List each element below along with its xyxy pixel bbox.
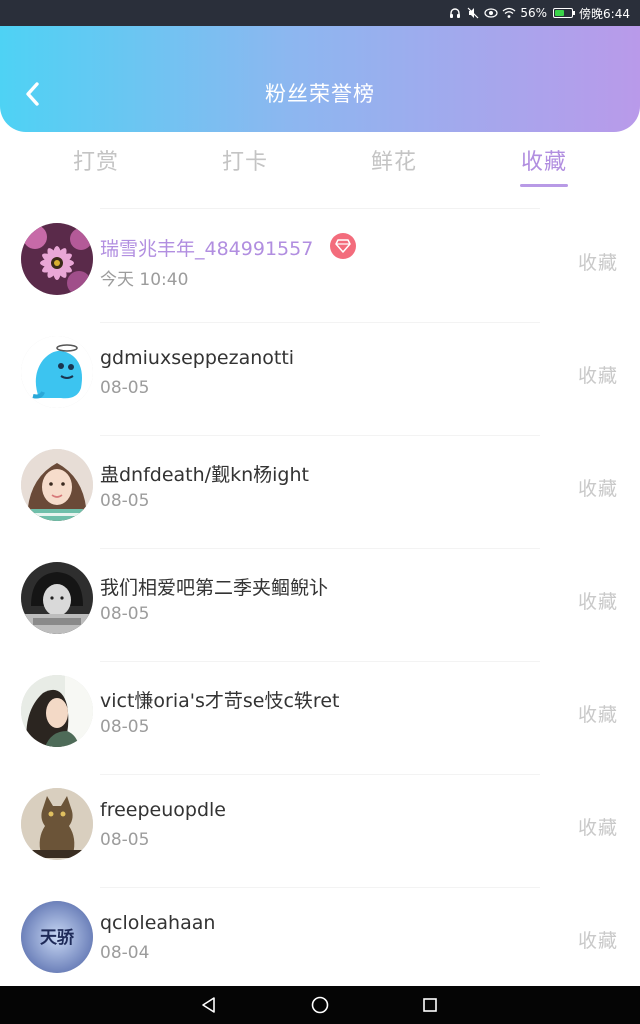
avatar[interactable]: 天骄	[21, 901, 93, 973]
fan-date: 08-05	[100, 378, 150, 398]
tab-favorites[interactable]: 收藏	[494, 144, 594, 176]
list-item[interactable]: 天骄 qcloleahaan 08-04 收藏	[0, 888, 640, 1001]
list-item[interactable]: 瑞雪兆丰年_484991557 今天 10:40 收藏	[0, 210, 640, 323]
diamond-icon	[335, 239, 351, 253]
back-triangle-icon	[202, 997, 215, 1013]
fan-name: vict慊oria's才苛se忮c轶ret	[100, 690, 340, 712]
avatar[interactable]	[21, 788, 93, 860]
avatar[interactable]	[21, 562, 93, 634]
fan-date: 08-05	[100, 491, 150, 511]
vip-badge	[330, 233, 356, 259]
tab-flowers[interactable]: 鲜花	[344, 144, 444, 176]
tab-reward[interactable]: 打赏	[46, 144, 146, 176]
battery-percent: 56%	[520, 6, 548, 20]
divider	[100, 208, 540, 209]
fan-name: 我们相爱吧第二季夹鲴鲵讣	[100, 577, 329, 599]
wifi-icon	[502, 6, 516, 20]
action-label: 收藏	[577, 478, 618, 500]
system-nav-bar	[0, 986, 640, 1024]
list-item[interactable]: vict慊oria's才苛se忮c轶ret 08-05 收藏	[0, 662, 640, 775]
active-tab-indicator	[520, 184, 568, 187]
nav-home-button[interactable]	[309, 994, 331, 1016]
fan-name: 蛊dnfdeath/觐kn杨ight	[100, 464, 309, 486]
headphone-icon	[448, 6, 462, 20]
fan-name: gdmiuxseppezanotti	[100, 347, 295, 369]
recents-square-icon	[423, 998, 437, 1012]
list-item[interactable]: 我们相爱吧第二季夹鲴鲵讣 08-05 收藏	[0, 549, 640, 662]
page-title: 粉丝荣誉榜	[265, 82, 375, 106]
battery-icon	[553, 8, 576, 18]
action-label: 收藏	[577, 365, 618, 387]
tab-bar: 打赏 打卡 鲜花 收藏	[0, 140, 640, 196]
action-label: 收藏	[577, 591, 618, 613]
avatar[interactable]	[21, 336, 93, 408]
home-circle-icon	[311, 996, 329, 1014]
avatar[interactable]	[21, 675, 93, 747]
action-label: 收藏	[577, 252, 618, 274]
header: 粉丝荣誉榜	[0, 26, 640, 132]
list-item[interactable]: gdmiuxseppezanotti 08-05 收藏	[0, 323, 640, 436]
list-item[interactable]: 蛊dnfdeath/觐kn杨ight 08-05 收藏	[0, 436, 640, 549]
tab-checkin[interactable]: 打卡	[195, 144, 295, 176]
fan-date: 08-04	[100, 943, 150, 963]
avatar-logo-text: 天骄	[40, 928, 75, 948]
nav-back-button[interactable]	[198, 994, 220, 1016]
fan-date: 08-05	[100, 604, 150, 624]
nav-recents-button[interactable]	[419, 994, 441, 1016]
action-label: 收藏	[577, 930, 618, 952]
fan-name: qcloleahaan	[100, 912, 216, 934]
fan-date: 今天 10:40	[100, 270, 189, 290]
battery-level	[555, 10, 564, 16]
list-item[interactable]: freepeuopdle 08-05 收藏	[0, 775, 640, 888]
fan-date: 08-05	[100, 830, 150, 850]
avatar[interactable]	[21, 449, 93, 521]
clock: 傍晚6:44	[579, 6, 630, 21]
avatar[interactable]	[21, 223, 93, 295]
fan-date: 08-05	[100, 717, 150, 737]
mute-icon	[466, 6, 480, 20]
status-bar: 56% 傍晚6:44	[0, 0, 640, 26]
fan-name: 瑞雪兆丰年_484991557	[100, 238, 314, 260]
action-label: 收藏	[577, 704, 618, 726]
action-label: 收藏	[577, 817, 618, 839]
eye-icon	[484, 6, 498, 20]
fan-name: freepeuopdle	[100, 799, 226, 821]
